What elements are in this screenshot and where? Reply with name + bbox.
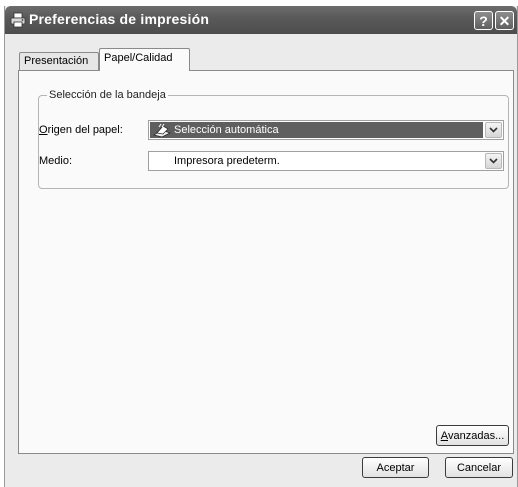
tab-panel-papel-calidad: Selección de la bandeja Origen del papel… <box>18 70 514 454</box>
help-button[interactable]: ? <box>474 11 493 30</box>
window-title: Preferencias de impresión <box>29 11 210 27</box>
chevron-down-icon[interactable] <box>485 122 502 138</box>
paper-source-select[interactable]: Selección automática <box>148 120 504 140</box>
paper-tray-icon <box>153 123 171 138</box>
close-icon: ✕ <box>498 12 511 29</box>
printer-icon <box>10 12 26 28</box>
paper-source-value-area: Selección automática <box>150 122 483 138</box>
ok-button[interactable]: Aceptar <box>362 457 429 478</box>
print-preferences-dialog: Preferencias de impresión ? ✕ Presentaci… <box>4 6 518 487</box>
media-select[interactable]: Impresora predeterm. <box>148 151 504 171</box>
title-bar[interactable]: Preferencias de impresión ? ✕ <box>5 6 517 34</box>
media-label: Medio: <box>39 155 73 167</box>
cancel-button[interactable]: Cancelar <box>445 457 513 478</box>
tab-papel-calidad[interactable]: Papel/Calidad <box>99 48 190 71</box>
tab-presentacion[interactable]: Presentación <box>19 52 99 70</box>
paper-source-value: Selección automática <box>174 124 279 136</box>
paper-source-label: Origen del papel: <box>39 124 123 136</box>
group-legend: Selección de la bandeja <box>47 89 168 101</box>
media-value: Impresora predeterm. <box>174 155 280 167</box>
chevron-down-icon[interactable] <box>485 153 502 169</box>
close-button[interactable]: ✕ <box>495 11 514 30</box>
tray-selection-group: Selección de la bandeja <box>38 89 509 189</box>
media-value-area: Impresora predeterm. <box>150 153 483 169</box>
advanced-button[interactable]: Avanzadas... <box>436 425 509 446</box>
help-icon: ? <box>479 12 488 29</box>
